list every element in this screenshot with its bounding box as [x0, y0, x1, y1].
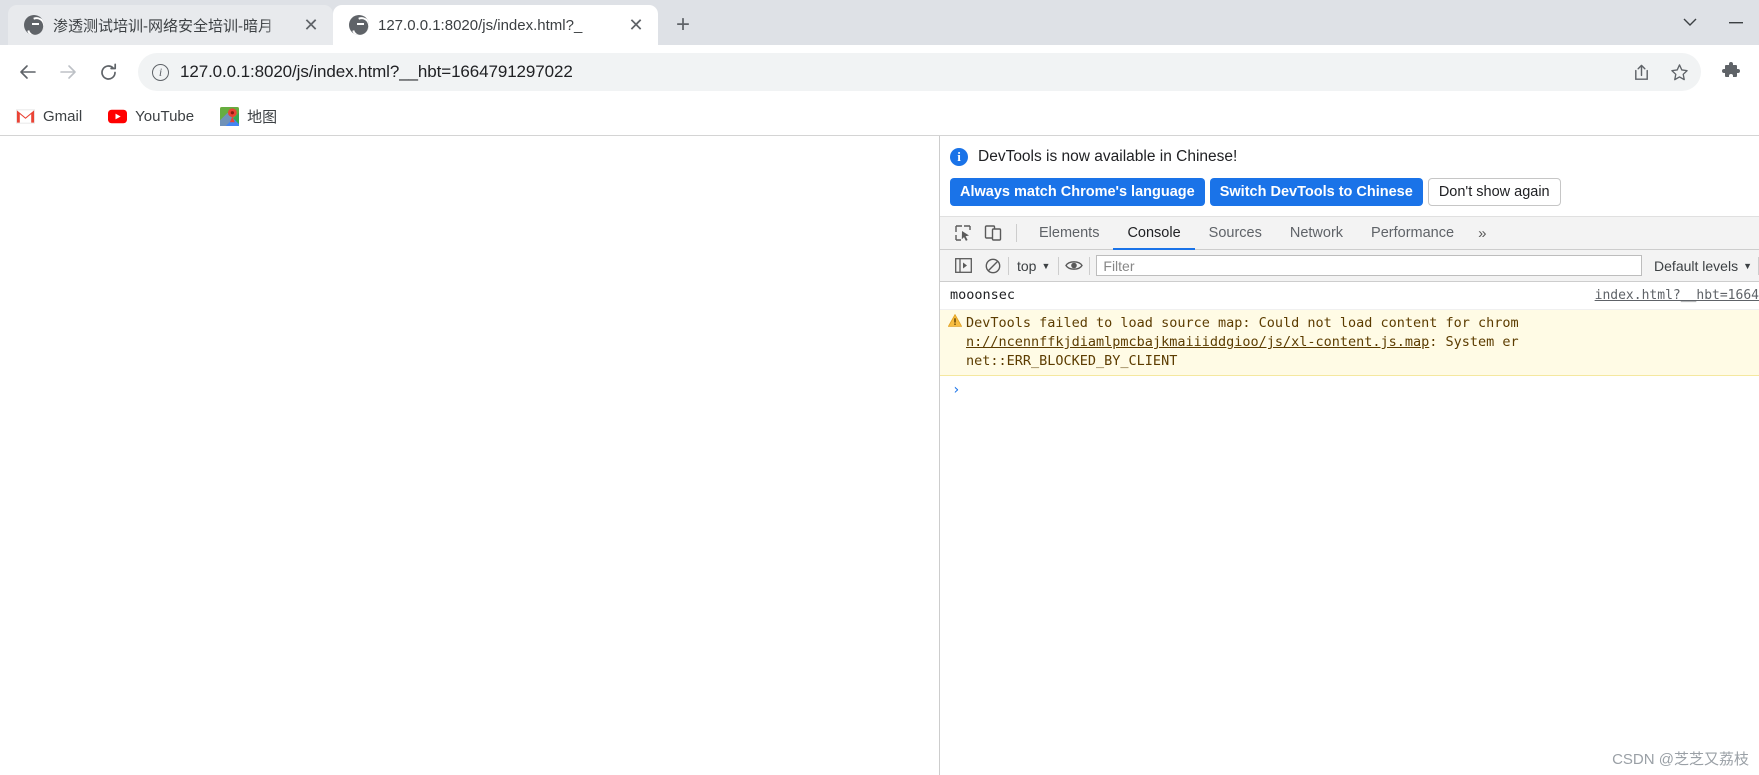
console-prompt[interactable]: ›	[940, 376, 1759, 398]
devtools-panel: i DevTools is now available in Chinese! …	[939, 136, 1759, 775]
log-text: mooonsec	[950, 287, 1016, 303]
console-toolbar: top ▼ Filter Default levels ▼	[940, 250, 1759, 282]
chevron-down-icon[interactable]	[1667, 0, 1713, 45]
tab-strip: 渗透测试培训-网络安全培训-暗月 ✕ 127.0.0.1:8020/js/ind…	[0, 0, 1759, 45]
tab-network[interactable]: Network	[1276, 217, 1357, 250]
chevron-down-icon: ▼	[1041, 260, 1051, 271]
tab-title: 渗透测试培训-网络安全培训-暗月	[53, 17, 273, 35]
filter-placeholder: Filter	[1103, 257, 1135, 274]
forward-icon	[50, 54, 86, 90]
switch-devtools-language-button[interactable]: Switch DevTools to Chinese	[1209, 178, 1423, 206]
log-levels-selector[interactable]: Default levels ▼	[1648, 258, 1758, 274]
page-content-area	[0, 136, 939, 775]
url-text: 127.0.0.1:8020/js/index.html?__hbt=16647…	[180, 62, 573, 81]
clear-console-icon[interactable]	[978, 252, 1008, 280]
bookmark-gmail[interactable]: Gmail	[16, 107, 82, 126]
console-message-list[interactable]: mooonsec index.html?__hbt=1664 DevTools …	[940, 282, 1759, 775]
toolbar-divider	[1089, 256, 1091, 275]
toolbar-divider	[1016, 224, 1017, 242]
omnibox-actions	[1629, 60, 1691, 84]
more-tabs-icon[interactable]: »	[1468, 217, 1496, 250]
banner-message-row: i DevTools is now available in Chinese!	[950, 148, 1759, 166]
share-icon[interactable]	[1629, 60, 1653, 84]
warning-line-1: DevTools failed to load source map: Coul…	[966, 315, 1519, 331]
live-expression-icon[interactable]	[1059, 252, 1089, 280]
address-bar[interactable]: i 127.0.0.1:8020/js/index.html?__hbt=166…	[138, 53, 1701, 91]
console-filter-input[interactable]: Filter	[1096, 255, 1643, 276]
browser-tab-1[interactable]: 渗透测试培训-网络安全培训-暗月 ✕	[8, 5, 333, 45]
bookmark-label: Gmail	[43, 108, 83, 125]
log-source-link[interactable]: index.html?__hbt=1664	[1595, 286, 1759, 305]
bookmarks-bar: Gmail YouTube 地图	[0, 99, 1759, 135]
console-warning-message[interactable]: DevTools failed to load source map: Coul…	[940, 310, 1759, 376]
device-toolbar-icon[interactable]	[978, 218, 1008, 248]
warning-line-3: net::ERR_BLOCKED_BY_CLIENT	[966, 353, 1178, 369]
globe-icon	[24, 15, 44, 35]
warning-line-2-tail: : System er	[1429, 334, 1519, 350]
dont-show-again-button[interactable]: Don't show again	[1427, 178, 1561, 206]
banner-buttons-row: Always match Chrome's language Switch De…	[950, 178, 1759, 206]
browser-window: 渗透测试培训-网络安全培训-暗月 ✕ 127.0.0.1:8020/js/ind…	[0, 0, 1759, 775]
console-log-message[interactable]: mooonsec index.html?__hbt=1664	[940, 282, 1759, 310]
info-icon[interactable]: i	[152, 63, 169, 81]
bookmark-maps[interactable]: 地图	[220, 106, 277, 127]
star-icon[interactable]	[1667, 60, 1691, 84]
gmail-icon	[16, 107, 35, 126]
new-tab-button[interactable]: +	[666, 8, 700, 42]
bookmark-label: 地图	[247, 109, 278, 126]
devtools-tab-bar: Elements Console Sources Network Perform…	[940, 216, 1759, 250]
bookmark-label: YouTube	[135, 108, 195, 125]
viewport: i DevTools is now available in Chinese! …	[0, 135, 1759, 775]
browser-toolbar: i 127.0.0.1:8020/js/index.html?__hbt=166…	[0, 45, 1759, 99]
close-icon[interactable]: ✕	[299, 13, 323, 37]
back-icon[interactable]	[10, 54, 46, 90]
puzzle-icon[interactable]	[1713, 54, 1749, 90]
browser-tab-2[interactable]: 127.0.0.1:8020/js/index.html?_ ✕	[333, 5, 658, 45]
tab-console[interactable]: Console	[1113, 217, 1194, 250]
tab-performance[interactable]: Performance	[1357, 217, 1468, 250]
reload-icon[interactable]	[90, 54, 126, 90]
tab-title: 127.0.0.1:8020/js/index.html?_	[378, 16, 583, 34]
console-sidebar-icon[interactable]	[948, 252, 978, 280]
tab-elements[interactable]: Elements	[1025, 217, 1113, 250]
inspect-element-icon[interactable]	[948, 218, 978, 248]
warning-text: DevTools failed to load source map: Coul…	[966, 314, 1759, 371]
banner-message: DevTools is now available in Chinese!	[978, 148, 1238, 165]
console-context-selector[interactable]: top ▼	[1009, 258, 1058, 274]
maps-icon	[220, 107, 240, 126]
tab-sources[interactable]: Sources	[1195, 217, 1276, 250]
warning-source-map-link[interactable]: n://ncennffkjdiamlpmcbajkmaiiiddgioo/js/…	[966, 334, 1429, 350]
youtube-icon	[108, 107, 128, 126]
close-icon[interactable]: ✕	[624, 13, 648, 37]
info-circle-icon: i	[950, 148, 968, 166]
context-label: top	[1017, 257, 1037, 274]
watermark: CSDN @芝芝又荔枝	[1612, 751, 1749, 768]
globe-icon	[349, 15, 369, 35]
prompt-caret-icon: ›	[952, 382, 961, 398]
chevron-down-icon: ▼	[1743, 260, 1752, 271]
devtools-language-banner: i DevTools is now available in Chinese! …	[940, 136, 1759, 216]
warning-triangle-icon	[948, 314, 966, 327]
levels-label: Default levels	[1654, 257, 1739, 274]
window-controls	[1667, 0, 1759, 45]
bookmark-youtube[interactable]: YouTube	[108, 107, 194, 126]
always-match-language-button[interactable]: Always match Chrome's language	[950, 178, 1205, 206]
minimize-icon[interactable]	[1713, 0, 1759, 45]
